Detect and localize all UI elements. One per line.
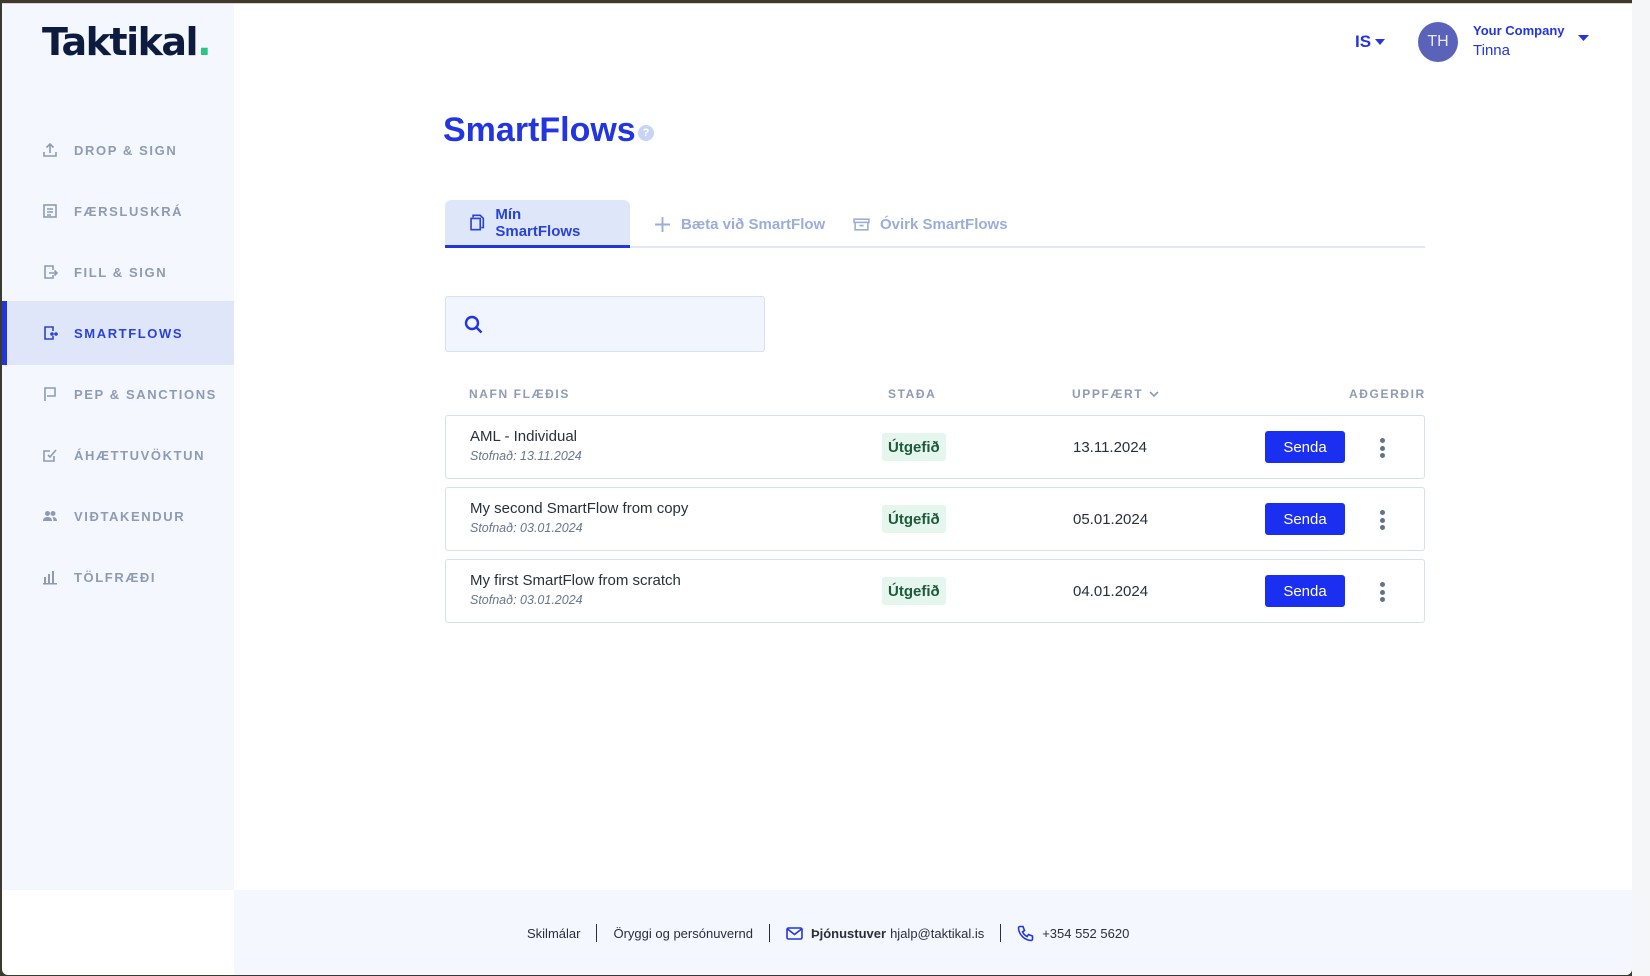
updated-date: 05.01.2024 [1073,511,1149,528]
sidebar-item-label: FÆRSLUSKRÁ [74,203,184,219]
window-edge [1632,0,1650,976]
table-row[interactable]: My first SmartFlow from scratch Stofnað:… [445,559,1425,623]
account-menu-caret-icon[interactable] [1578,34,1589,42]
status-badge: Útgefið [882,433,946,461]
plus-icon [655,216,670,232]
sidebar-item-label: TÖLFRÆÐI [74,569,157,585]
sidebar-item-label: SMARTFLOWS [74,325,184,341]
send-button[interactable]: Senda [1265,575,1345,607]
document-copy-icon [470,214,485,231]
help-icon[interactable]: ? [638,125,654,141]
sidebar: Taktikal. DROP & SIGN FÆRSLUSKRÁ FILL & … [2,4,234,890]
mail-icon [786,926,803,940]
table-row[interactable]: My second SmartFlow from copy Stofnað: 0… [445,487,1425,551]
smartflow-icon [44,326,58,340]
updated-date: 13.11.2024 [1073,439,1147,456]
sidebar-item-label: PEP & SANCTIONS [74,386,217,402]
flag-icon [44,387,56,401]
phone-icon [1017,925,1034,941]
user-name: Tinna [1473,42,1510,59]
checklist-icon [43,449,57,462]
flow-name[interactable]: My first SmartFlow from scratch [470,572,681,589]
flow-created-date: Stofnað: 03.01.2024 [470,521,583,535]
language-label: IS [1355,32,1372,51]
status-badge: Útgefið [882,577,946,605]
search-box [445,296,765,352]
language-selector[interactable]: IS [1355,32,1386,52]
sidebar-item-faersluskra[interactable]: FÆRSLUSKRÁ [2,179,234,243]
updated-date: 04.01.2024 [1073,583,1149,600]
tab-label: Óvirk SmartFlows [880,215,1008,233]
document-sign-icon [44,265,58,279]
more-options-icon[interactable] [1374,580,1390,604]
sidebar-item-label: DROP & SIGN [74,142,178,158]
tab-inactive-smartflows[interactable]: Óvirk SmartFlows [829,200,1032,248]
more-options-icon[interactable] [1374,436,1390,460]
logo-text: Taktikal [42,20,199,64]
sidebar-item-ahaettuvoktun[interactable]: ÁHÆTTUVÖKTUN [2,423,234,487]
tab-label: Bæta við SmartFlow [681,215,826,233]
flow-name[interactable]: AML - Individual [470,428,577,445]
avatar[interactable]: TH [1418,22,1458,62]
column-header-updated-label: UPPFÆRT [1072,387,1144,401]
column-header-actions: AÐGERÐIR [1349,387,1426,401]
tab-my-smartflows[interactable]: Mín SmartFlows [445,200,630,248]
column-header-updated[interactable]: UPPFÆRT [1072,387,1159,401]
footer-links: Skilmálar Öryggi og persónuvernd Þjónust… [527,924,1129,942]
caret-down-icon [1375,39,1386,45]
sidebar-item-drop-sign[interactable]: DROP & SIGN [2,118,234,182]
support-label: Þjónustuver [810,925,887,941]
page-title: SmartFlows [443,111,636,149]
footer-divider [596,924,598,942]
send-button[interactable]: Senda [1265,431,1345,463]
sidebar-item-label: VIÐTAKENDUR [74,508,186,524]
search-input[interactable] [497,304,747,344]
tab-label: Mín SmartFlows [495,205,581,240]
more-options-icon[interactable] [1374,508,1390,532]
archive-icon [853,217,870,231]
company-name: Your Company [1473,23,1565,38]
sidebar-item-fill-sign[interactable]: FILL & SIGN [2,240,234,304]
flow-created-date: Stofnað: 13.11.2024 [470,449,582,463]
search-icon [464,315,483,333]
sidebar-item-pep-sanctions[interactable]: PEP & SANCTIONS [2,362,234,426]
flow-name[interactable]: My second SmartFlow from copy [470,500,688,517]
sidebar-item-label: FILL & SIGN [74,264,168,280]
privacy-link[interactable]: Öryggi og persónuvernd [613,926,752,941]
people-icon [43,511,57,521]
sidebar-item-smartflows[interactable]: SMARTFLOWS [2,301,234,365]
terms-link[interactable]: Skilmálar [527,926,580,941]
support-email-link[interactable]: hjalp@taktikal.is [890,926,984,941]
table-row[interactable]: AML - Individual Stofnað: 13.11.2024 Útg… [445,415,1425,479]
chevron-down-icon [1149,390,1159,397]
tab-bar: Mín SmartFlows Bæta við SmartFlow Óvirk … [445,200,1425,248]
footer-divider [768,924,770,942]
phone-link[interactable]: +354 552 5620 [1042,926,1129,941]
log-icon [43,204,57,218]
bar-chart-icon [43,571,57,585]
tab-add-smartflow[interactable]: Bæta við SmartFlow [630,200,849,248]
send-button[interactable]: Senda [1265,503,1345,535]
column-header-name[interactable]: NAFN FLÆÐIS [469,387,570,401]
status-badge: Útgefið [882,505,946,533]
column-header-status[interactable]: STAÐA [888,387,936,401]
flow-created-date: Stofnað: 03.01.2024 [470,593,583,607]
sidebar-item-label: ÁHÆTTUVÖKTUN [74,447,206,463]
logo[interactable]: Taktikal. [42,20,212,64]
footer-divider [1000,924,1002,942]
sidebar-item-vidtakendur[interactable]: VIÐTAKENDUR [2,484,234,548]
footer: Skilmálar Öryggi og persónuvernd Þjónust… [234,890,1632,975]
sidebar-item-tolfraedi[interactable]: TÖLFRÆÐI [2,545,234,609]
logo-dot: . [197,20,211,64]
app-window: Taktikal. DROP & SIGN FÆRSLUSKRÁ FILL & … [2,3,1632,975]
upload-icon [43,142,57,157]
